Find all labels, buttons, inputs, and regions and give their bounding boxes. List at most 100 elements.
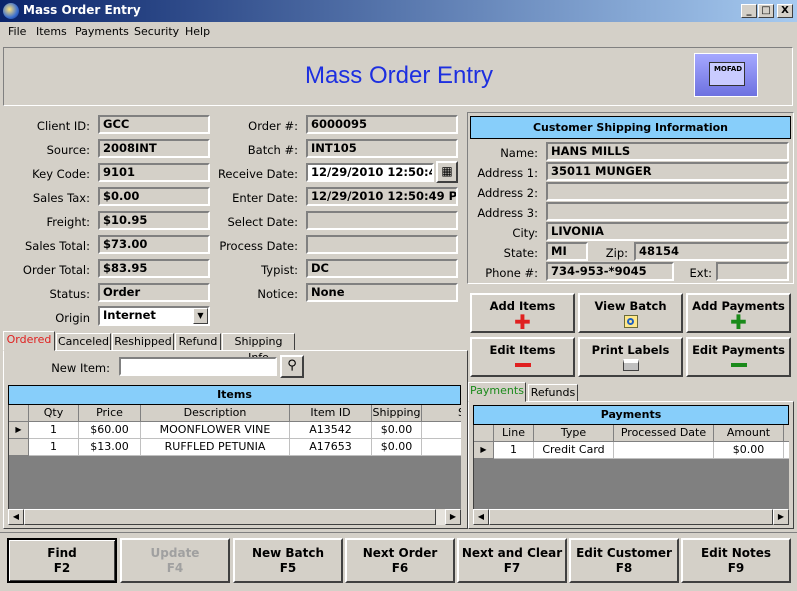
scroll-right-icon[interactable]: ▶ xyxy=(445,509,461,525)
chevron-down-icon[interactable]: ▼ xyxy=(193,308,208,324)
order-total-field[interactable]: $83.95 xyxy=(98,259,210,278)
items-scrollbar[interactable]: ◀ ▶ xyxy=(8,509,461,525)
table-cell[interactable]: A13542 xyxy=(290,422,372,439)
table-cell[interactable]: A17653 xyxy=(290,439,372,456)
col-description[interactable]: Description xyxy=(141,405,290,422)
update-button[interactable]: Update F4 xyxy=(120,538,230,583)
scroll-thumb[interactable] xyxy=(24,509,436,525)
scroll-thumb[interactable] xyxy=(489,509,773,525)
new-item-input[interactable] xyxy=(119,357,277,376)
table-cell[interactable]: $60.00 xyxy=(79,422,141,439)
sales-tax-field[interactable]: $0.00 xyxy=(98,187,210,206)
process-date-field[interactable] xyxy=(306,235,458,254)
receive-date-field[interactable]: 12/29/2010 12:50:49 xyxy=(306,163,434,182)
minimize-button[interactable]: _ xyxy=(741,4,757,18)
tab-refund[interactable]: Refund xyxy=(175,333,221,351)
edit-notes-button[interactable]: Edit Notes F9 xyxy=(681,538,791,583)
source-field[interactable]: 2008INT xyxy=(98,139,210,158)
next-order-button[interactable]: Next Order F6 xyxy=(345,538,455,583)
tab-refunds[interactable]: Refunds xyxy=(528,384,578,402)
ship-address3-field[interactable] xyxy=(546,202,789,221)
ship-name-field[interactable]: HANS MILLS xyxy=(546,142,789,161)
status-field[interactable]: Order xyxy=(98,283,210,302)
table-cell[interactable] xyxy=(614,442,714,459)
next-and-clear-button[interactable]: Next and Clear F7 xyxy=(457,538,567,583)
ship-ext-field[interactable] xyxy=(716,262,789,281)
items-grid[interactable]: Qty Price Description Item ID Shipping S… xyxy=(8,405,461,509)
tab-canceled[interactable]: Canceled xyxy=(56,333,111,351)
tab-ordered[interactable]: Ordered xyxy=(3,331,55,351)
col-type[interactable]: Type xyxy=(534,425,614,442)
menu-payments[interactable]: Payments xyxy=(75,25,129,38)
maximize-button[interactable]: □ xyxy=(758,4,774,18)
col-qty[interactable]: Qty xyxy=(29,405,79,422)
find-button[interactable]: Find F2 xyxy=(7,538,117,583)
col-processed-date[interactable]: Processed Date xyxy=(614,425,714,442)
edit-payments-button[interactable]: Edit Payments xyxy=(686,337,791,377)
ship-state-field[interactable]: MI xyxy=(546,242,588,261)
client-id-field[interactable]: GCC xyxy=(98,115,210,134)
new-batch-button[interactable]: New Batch F5 xyxy=(233,538,343,583)
menu-security[interactable]: Security xyxy=(134,25,179,38)
ship-zip-field[interactable]: 48154 xyxy=(634,242,789,261)
tab-reshipped[interactable]: Reshipped xyxy=(112,333,174,351)
origin-select[interactable]: Internet ▼ xyxy=(98,306,210,326)
table-cell[interactable]: $0.00 xyxy=(714,442,784,459)
add-items-button[interactable]: Add Items ✚ xyxy=(470,293,575,333)
ship-phone-field[interactable]: 734-953-*9045 xyxy=(546,262,674,281)
table-cell[interactable]: $13.00 xyxy=(79,439,141,456)
close-button[interactable]: X xyxy=(777,4,793,18)
scroll-left-icon[interactable]: ◀ xyxy=(8,509,24,525)
row-header[interactable] xyxy=(9,439,29,456)
col-amount[interactable]: Amount xyxy=(714,425,784,442)
payments-scrollbar[interactable]: ◀ ▶ xyxy=(473,509,789,525)
col-item-id[interactable]: Item ID xyxy=(290,405,372,422)
ship-address2-field[interactable] xyxy=(546,182,789,201)
menu-file[interactable]: File xyxy=(8,25,26,38)
add-payments-button[interactable]: Add Payments ✚ xyxy=(686,293,791,333)
key-code-field[interactable]: 9101 xyxy=(98,163,210,182)
scroll-left-icon[interactable]: ◀ xyxy=(473,509,489,525)
col-line[interactable]: Line xyxy=(494,425,534,442)
scroll-right-icon[interactable]: ▶ xyxy=(773,509,789,525)
edit-customer-button[interactable]: Edit Customer F8 xyxy=(569,538,679,583)
notice-field[interactable]: None xyxy=(306,283,458,302)
edit-items-button[interactable]: Edit Items xyxy=(470,337,575,377)
calendar-icon[interactable]: ▦ xyxy=(436,161,458,183)
table-cell[interactable]: RUFFLED PETUNIA xyxy=(141,439,290,456)
ship-address1-field[interactable]: 35011 MUNGER xyxy=(546,162,789,181)
table-cell[interactable]: $0.00 xyxy=(372,439,422,456)
sales-total-field[interactable]: $73.00 xyxy=(98,235,210,254)
col-shipping[interactable]: Shipping xyxy=(372,405,422,422)
freight-field[interactable]: $10.95 xyxy=(98,211,210,230)
table-cell[interactable]: MOONFLOWER VINE xyxy=(141,422,290,439)
menu-help[interactable]: Help xyxy=(185,25,210,38)
tab-payments[interactable]: Payments xyxy=(468,382,526,402)
table-cell[interactable]: Credit Card xyxy=(534,442,614,459)
find-label: Find xyxy=(47,546,77,560)
menu-items[interactable]: Items xyxy=(36,25,67,38)
title-bar[interactable]: Mass Order Entry _ □ X xyxy=(0,0,797,22)
origin-label: Origin xyxy=(55,311,90,325)
col-price[interactable]: Price xyxy=(79,405,141,422)
select-date-field[interactable] xyxy=(306,211,458,230)
table-cell[interactable] xyxy=(422,422,461,439)
table-cell[interactable]: 1 xyxy=(29,439,79,456)
ship-city-field[interactable]: LIVONIA xyxy=(546,222,789,241)
binoculars-icon[interactable]: ⚲ xyxy=(280,355,304,378)
row-selector-icon[interactable]: ▶ xyxy=(474,442,494,459)
batch-number-field[interactable]: INT105 xyxy=(306,139,458,158)
row-selector-icon[interactable]: ▶ xyxy=(9,422,29,439)
order-number-field[interactable]: 6000095 xyxy=(306,115,458,134)
table-cell[interactable]: 1 xyxy=(29,422,79,439)
table-cell[interactable]: 1 xyxy=(494,442,534,459)
print-labels-button[interactable]: Print Labels xyxy=(578,337,683,377)
payments-grid[interactable]: Line Type Processed Date Amount ▶ 1 Cred… xyxy=(473,425,789,509)
table-cell[interactable] xyxy=(422,439,461,456)
col-s[interactable]: S xyxy=(422,405,461,422)
typist-field[interactable]: DC xyxy=(306,259,458,278)
table-cell[interactable]: $0.00 xyxy=(372,422,422,439)
tab-shipping-info[interactable]: Shipping Info xyxy=(222,333,295,364)
view-batch-button[interactable]: View Batch xyxy=(578,293,683,333)
enter-date-field[interactable]: 12/29/2010 12:50:49 PM xyxy=(306,187,458,206)
